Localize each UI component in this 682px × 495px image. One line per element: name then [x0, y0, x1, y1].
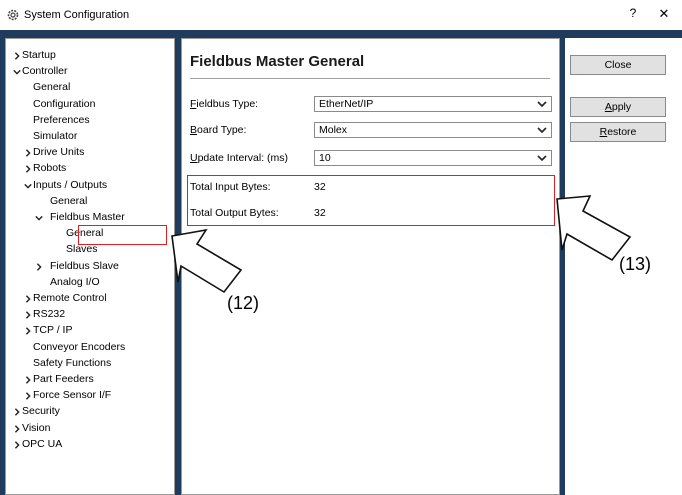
callout-12-label: (12): [227, 293, 260, 313]
callout-arrow-shape: [171, 228, 243, 294]
annotation-arrow-12: [171, 195, 632, 294]
callout-13-label: (13): [619, 254, 652, 274]
callout-arrow-shape: [556, 195, 632, 262]
